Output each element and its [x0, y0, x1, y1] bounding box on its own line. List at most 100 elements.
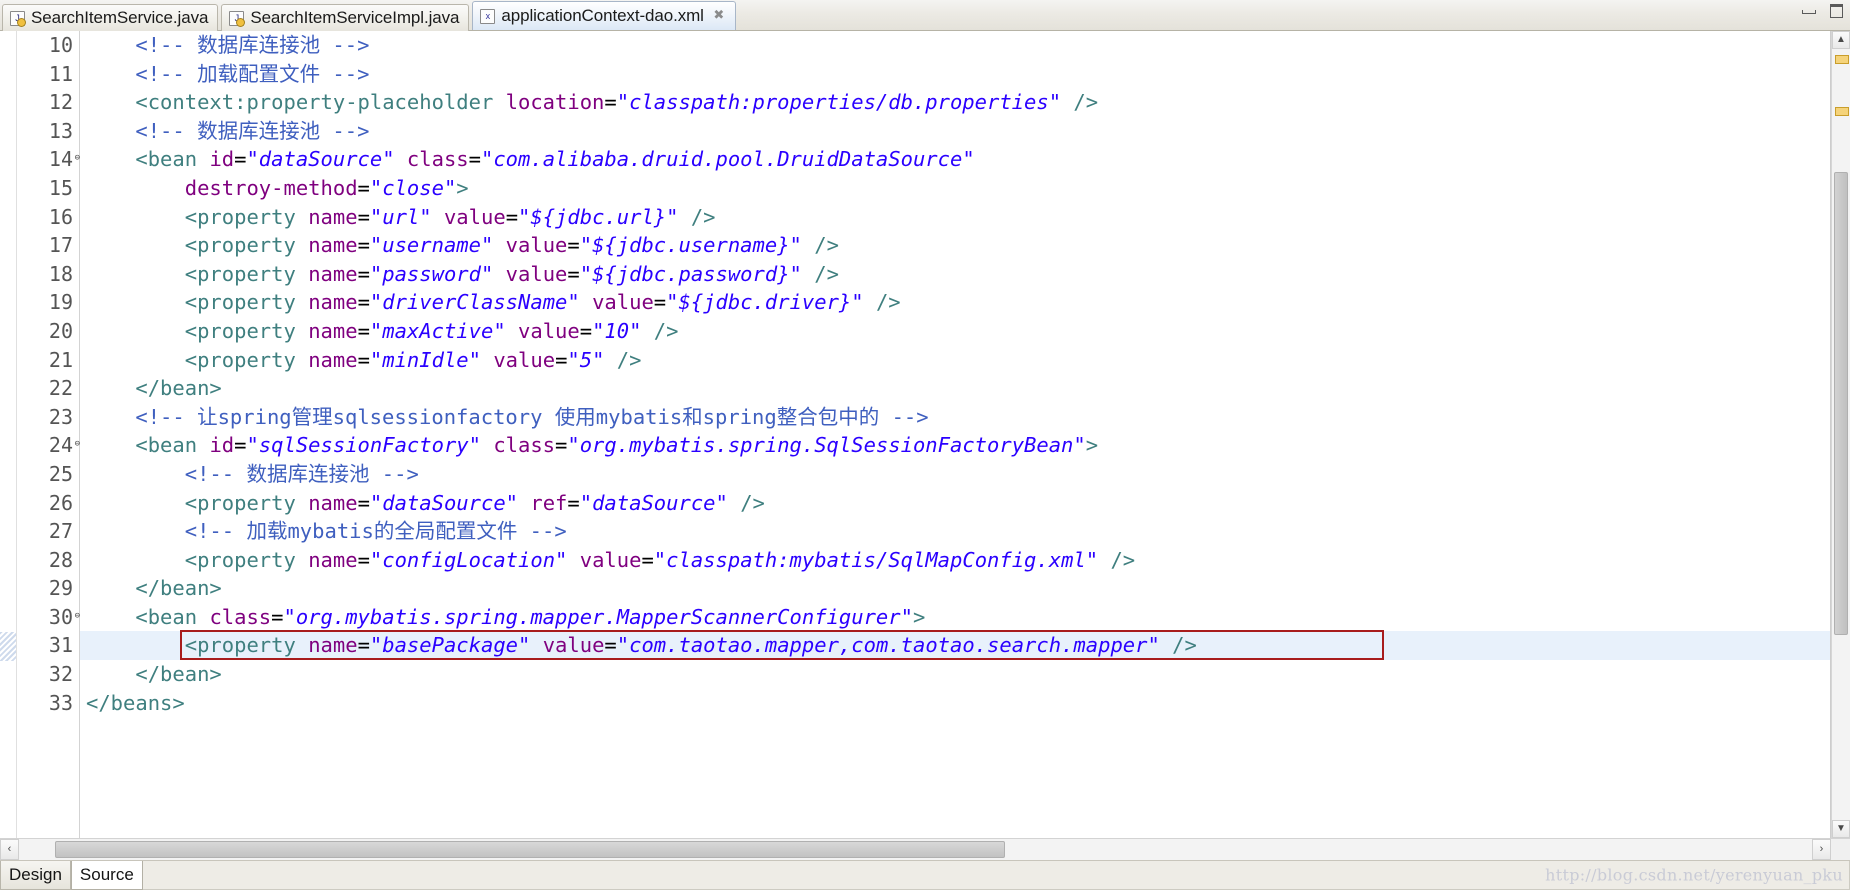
- code-token-br: [518, 491, 530, 515]
- overview-warning-marker-bottom[interactable]: [1835, 107, 1849, 116]
- code-line[interactable]: <!-- 数据库连接池 -->: [80, 117, 1830, 146]
- line-number-label: 29: [48, 576, 73, 601]
- code-line[interactable]: <!-- 数据库连接池 -->: [80, 460, 1830, 489]
- code-line[interactable]: <property name="password" value="${jdbc.…: [80, 260, 1830, 289]
- source-code-text[interactable]: <!-- 数据库连接池 --> <!-- 加载配置文件 --> <context…: [80, 31, 1830, 838]
- line-number: 16: [17, 203, 79, 232]
- code-token-st: "maxActive": [369, 318, 506, 343]
- code-token-br: [86, 348, 185, 372]
- code-token-at: value: [443, 204, 506, 229]
- code-token-tg: <bean: [135, 147, 198, 172]
- code-token-br: [197, 605, 209, 629]
- code-token-cm: <!-- 数据库连接池 -->: [86, 118, 370, 143]
- code-line[interactable]: </bean>: [80, 660, 1830, 689]
- code-line[interactable]: <context:property-placeholder location="…: [80, 88, 1830, 117]
- vertical-scrollbar[interactable]: ▲ ▼: [1831, 31, 1850, 838]
- editor-tab-2[interactable]: J SearchItemServiceImpl.java: [221, 4, 470, 31]
- code-line[interactable]: <bean id="sqlSessionFactory" class="org.…: [80, 431, 1830, 460]
- code-line[interactable]: <bean class="org.mybatis.spring.mapper.M…: [80, 603, 1830, 632]
- code-line[interactable]: <!-- 加载mybatis的全局配置文件 -->: [80, 517, 1830, 546]
- editor-tab-3[interactable]: x applicationContext-dao.xml ✖: [472, 1, 736, 30]
- code-token-tg: </bean>: [135, 576, 222, 601]
- code-fold-toggle-icon[interactable]: ⊖: [70, 440, 80, 450]
- line-number-label: 19: [48, 290, 73, 315]
- overview-warning-marker-top[interactable]: [1835, 55, 1849, 64]
- code-token-br: [86, 205, 185, 229]
- code-line[interactable]: <!-- 数据库连接池 -->: [80, 31, 1830, 60]
- code-token-st: "password": [369, 261, 494, 286]
- code-token-st: "sqlSessionFactory": [246, 433, 481, 458]
- code-line[interactable]: </beans>: [80, 689, 1830, 718]
- code-token-eq: =: [555, 347, 568, 372]
- horizontal-scroll-track[interactable]: [19, 839, 1812, 860]
- editor-mode-tab-bar: Design Source http://blog.csdn.net/yereny…: [0, 860, 1850, 890]
- line-number-label: 25: [48, 461, 73, 486]
- code-token-tg: >: [912, 604, 926, 629]
- horizontal-scroll-thumb[interactable]: [54, 841, 1006, 858]
- code-token-br: [678, 205, 690, 229]
- code-token-cm: <!-- 数据库连接池 -->: [86, 461, 419, 486]
- code-line[interactable]: <property name="configLocation" value="c…: [80, 546, 1830, 575]
- code-token-at: class: [209, 604, 272, 629]
- code-token-tg: <property: [184, 318, 296, 343]
- code-line[interactable]: <!-- 让spring管理sqlsessionfactory 使用mybati…: [80, 403, 1830, 432]
- line-number: 11: [17, 60, 79, 89]
- code-line[interactable]: <bean id="dataSource" class="com.alibaba…: [80, 145, 1830, 174]
- line-number-label: 18: [48, 261, 73, 286]
- code-token-tg: </bean>: [135, 662, 222, 687]
- code-token-br: [86, 491, 185, 515]
- code-token-br: [802, 262, 814, 286]
- code-token-st: "dataSource": [369, 490, 519, 515]
- editor-tab-1[interactable]: J SearchItemService.java: [2, 4, 219, 31]
- horizontal-scrollbar[interactable]: ‹ ›: [0, 838, 1850, 860]
- code-line[interactable]: <!-- 加载配置文件 -->: [80, 60, 1830, 89]
- line-number: 14 ⊖: [17, 145, 80, 174]
- code-token-br: [530, 633, 542, 657]
- code-token-br: [864, 290, 876, 314]
- vertical-scroll-track[interactable]: [1832, 49, 1850, 820]
- code-token-tg: />: [1172, 633, 1197, 658]
- code-fold-toggle-icon[interactable]: ⊖: [70, 154, 80, 164]
- vertical-scroll-thumb[interactable]: [1834, 172, 1848, 635]
- marker-annotation-bar[interactable]: [0, 31, 17, 838]
- eclipse-xml-editor-window: J SearchItemService.java J SearchItemServic…: [0, 0, 1850, 890]
- code-token-eq: =: [357, 290, 370, 315]
- code-line[interactable]: </bean>: [80, 374, 1830, 403]
- code-line[interactable]: </bean>: [80, 574, 1830, 603]
- mode-tab-source[interactable]: Source: [70, 861, 143, 890]
- maximize-restore-icon[interactable]: [1827, 3, 1844, 18]
- minimize-icon[interactable]: [1800, 3, 1817, 17]
- scroll-down-button[interactable]: ▼: [1832, 820, 1850, 838]
- code-token-at: id: [209, 433, 235, 458]
- scroll-left-button[interactable]: ‹: [0, 839, 19, 860]
- code-token-br: [481, 348, 493, 372]
- code-token-cm: <!-- 加载mybatis的全局配置文件 -->: [86, 519, 567, 544]
- line-number: 20: [17, 317, 79, 346]
- code-fold-toggle-icon[interactable]: ⊖: [70, 611, 80, 622]
- code-line[interactable]: <property name="minIdle" value="5" />: [80, 346, 1830, 375]
- code-token-tg: <property: [184, 490, 296, 515]
- code-line[interactable]: <property name="maxActive" value="10" />: [80, 317, 1830, 346]
- code-token-br: [481, 433, 493, 457]
- code-line[interactable]: <property name="basePackage" value="com.…: [80, 631, 1830, 661]
- code-token-br: [641, 319, 653, 343]
- code-token-br: [86, 262, 185, 286]
- code-line[interactable]: <property name="username" value="${jdbc.…: [80, 231, 1830, 260]
- code-line[interactable]: <property name="url" value="${jdbc.url}"…: [80, 203, 1830, 232]
- code-line[interactable]: <property name="driverClassName" value="…: [80, 288, 1830, 317]
- line-number: 24 ⊖: [17, 431, 80, 460]
- code-token-cm: <!-- 让spring管理sqlsessionfactory 使用mybati…: [86, 404, 929, 429]
- scroll-up-button[interactable]: ▲: [1832, 31, 1850, 49]
- code-token-st: "com.taotao.mapper,com.taotao.search.map…: [616, 633, 1160, 658]
- code-line[interactable]: destroy-method="close">: [80, 174, 1830, 203]
- close-icon[interactable]: ✖: [712, 9, 726, 23]
- scroll-right-button[interactable]: ›: [1812, 839, 1831, 860]
- code-token-br: [86, 633, 185, 657]
- code-token-st: "basePackage": [369, 633, 531, 658]
- code-token-at: class: [406, 147, 469, 172]
- code-token-eq: =: [567, 490, 580, 515]
- mode-tab-design[interactable]: Design: [0, 861, 71, 890]
- code-line[interactable]: <property name="dataSource" ref="dataSou…: [80, 489, 1830, 518]
- mode-tab-label: Source: [79, 865, 134, 884]
- code-token-eq: =: [641, 547, 654, 572]
